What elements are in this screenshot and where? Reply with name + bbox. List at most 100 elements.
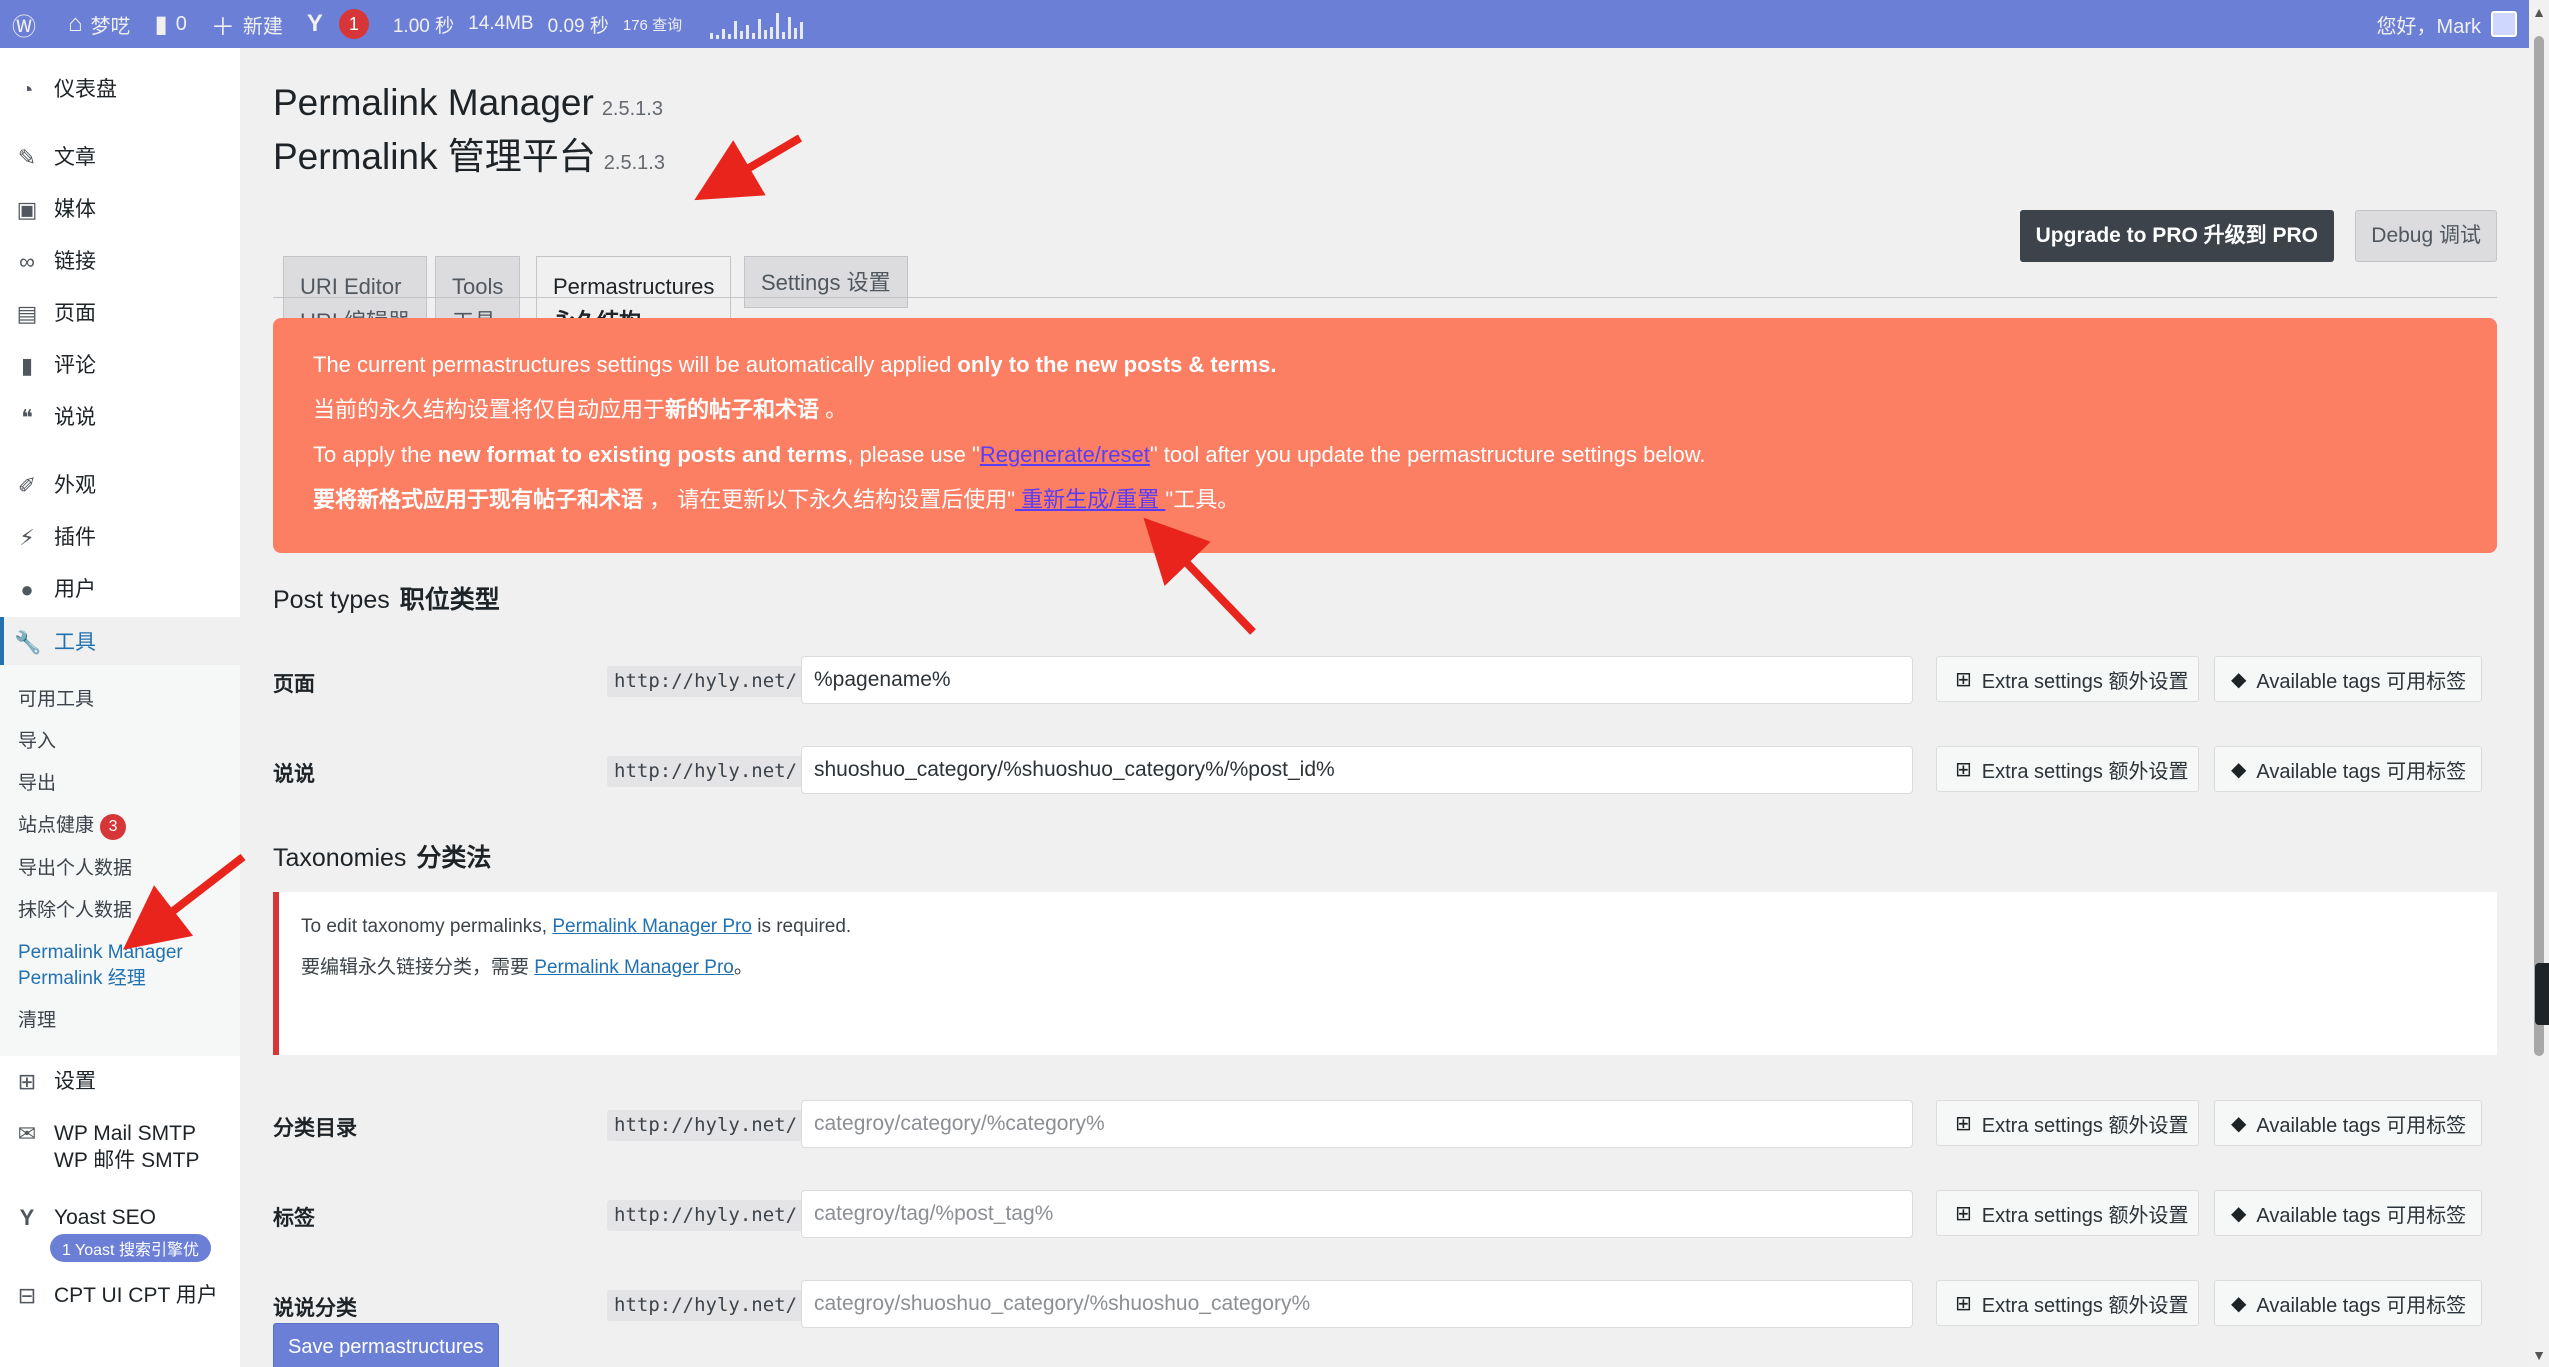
tag-icon: ◆ — [2231, 758, 2247, 781]
menu-settings[interactable]: ⊞ 设置 — [0, 1068, 240, 1096]
quote-icon: ❝ — [21, 405, 33, 430]
vertical-scrollbar[interactable]: ▲ ▼ — [2529, 0, 2549, 1367]
comment-icon: ▮ — [20, 353, 34, 378]
sub-import[interactable]: 导入 — [0, 729, 240, 755]
tag-icon: ◆ — [2231, 1292, 2247, 1315]
row-label: 说说 — [273, 763, 315, 786]
menu-comments[interactable]: ▮ 评论 — [0, 352, 240, 380]
page-title: Permalink Manager 2.5.1.3 — [273, 82, 663, 123]
menu-users[interactable]: ● 用户 — [0, 576, 240, 604]
admin-sidebar: ◔ 仪表盘 ✎ 文章 ▣ 媒体 ∞ 链接 ▤ 页面 ▮ 评论 ❝ 说说 ✐ 外观 ⚡ 插件 ● 用户… — [0, 48, 240, 1367]
menu-posts[interactable]: ✎ 文章 — [0, 144, 240, 172]
taxonomy-input[interactable] — [801, 1190, 1913, 1238]
menu-media[interactable]: ▣ 媒体 — [0, 196, 240, 224]
site-name-link[interactable]: ⌂ 梦呓 — [56, 0, 143, 48]
taxonomy-row-shuoshuo-category: 说说分类 http://hyly.net/ ⊞Extra settings 额外… — [273, 1280, 2497, 1330]
permastructure-input[interactable] — [801, 746, 1913, 794]
my-account[interactable]: 您好，Mark — [2365, 0, 2529, 48]
plugin-icon: ⚡ — [19, 525, 35, 550]
tag-icon: ◆ — [2231, 1202, 2247, 1225]
permalink-manager-pro-link[interactable]: Permalink Manager Pro — [552, 916, 752, 937]
yoast-menu[interactable]: Y1 — [295, 0, 381, 48]
available-tags-button[interactable]: ◆ Available tags 可用标签 — [2214, 1190, 2482, 1236]
permastructure-input[interactable] — [801, 656, 1913, 704]
side-panel-handle[interactable] — [2535, 963, 2549, 1025]
arrow-to-tab — [694, 134, 803, 201]
user-icon: ● — [20, 577, 34, 602]
taxonomy-input[interactable] — [801, 1280, 1913, 1328]
available-tags-button[interactable]: ◆ Available tags 可用标签 — [2214, 1100, 2482, 1146]
tools-submenu: 可用工具 导入 导出 站点健康 3 导出个人数据 抹除个人数据 Permalink… — [0, 665, 240, 1056]
regenerate-reset-link-zh[interactable]: 重新生成/重置 — [1015, 487, 1165, 512]
extra-settings-button[interactable]: ⊞ Extra settings 额外设置 — [1936, 746, 2199, 792]
sub-cleanup[interactable]: 清理 — [0, 1008, 240, 1034]
menu-shuoshuo[interactable]: ❝ 说说 — [0, 404, 240, 432]
sub-site-health[interactable]: 站点健康 3 — [0, 813, 240, 840]
taxonomy-row-category: 分类目录 http://hyly.net/ ⊞Extra settings 额外… — [273, 1100, 2497, 1150]
comments-link[interactable]: ▮ 0 — [143, 0, 199, 48]
pro-required-notice: To edit taxonomy permalinks, Permalink M… — [273, 892, 2497, 1055]
link-icon: ∞ — [19, 249, 35, 274]
perf-db-time: 0.09 秒 — [547, 15, 609, 37]
available-tags-button[interactable]: ◆ Available tags 可用标签 — [2214, 656, 2482, 702]
wordpress-icon: Ⓦ — [12, 13, 36, 41]
tag-icon: ◆ — [2231, 1112, 2247, 1135]
extra-settings-button[interactable]: ⊞ Extra settings 额外设置 — [1936, 1190, 2199, 1236]
post-types-heading: Post types 职位类型 — [273, 586, 500, 614]
taxonomy-input[interactable] — [801, 1100, 1913, 1148]
extra-settings-button[interactable]: ⊞ Extra settings 额外设置 — [1936, 1280, 2199, 1326]
settings-box-icon: ⊞ — [1955, 758, 1972, 781]
scrollbar-thumb[interactable] — [2534, 36, 2544, 1056]
tag-icon: ◆ — [2231, 668, 2247, 691]
debug-button[interactable]: Debug 调试 — [2355, 210, 2497, 262]
permalink-manager-pro-link-zh[interactable]: Permalink Manager Pro — [534, 957, 734, 978]
available-tags-button[interactable]: ◆ Available tags 可用标签 — [2214, 1280, 2482, 1326]
media-icon: ▣ — [16, 197, 38, 222]
perf-queries: 176 查询 — [622, 16, 683, 34]
menu-cpt-ui[interactable]: ⊟ CPT UI CPT 用户 — [0, 1282, 240, 1310]
menu-appearance[interactable]: ✐ 外观 — [0, 472, 240, 500]
permastructure-row-shuoshuo: 说说 http://hyly.net/ ⊞Extra settings 额外设置… — [273, 746, 2497, 796]
tab-settings[interactable]: Settings 设置 — [744, 256, 908, 308]
row-label: 标签 — [273, 1207, 315, 1230]
sub-permalink-manager[interactable]: Permalink Manager Permalink 经理 — [0, 940, 230, 992]
menu-pages[interactable]: ▤ 页面 — [0, 300, 240, 328]
query-monitor[interactable]: 1.00 秒 14.4MB 0.09 秒 176 查询 — [381, 0, 815, 48]
upgrade-pro-button[interactable]: Upgrade to PRO 升级到 PRO — [2019, 210, 2334, 262]
menu-links[interactable]: ∞ 链接 — [0, 248, 240, 276]
scroll-down-icon[interactable]: ▼ — [2532, 1347, 2546, 1363]
menu-wp-mail[interactable]: ✉ WP Mail SMTP WP 邮件 SMTP — [0, 1120, 240, 1174]
wordpress-logo[interactable]: Ⓦ — [0, 0, 56, 48]
new-label: 新建 — [242, 15, 283, 38]
scroll-up-icon[interactable]: ▲ — [2532, 4, 2546, 20]
notice-line-2: 当前的永久结构设置将仅自动应用于新的帖子和术语 。 — [313, 397, 848, 422]
settings-box-icon: ⊞ — [1955, 1202, 1972, 1225]
home-icon: ⌂ — [68, 10, 83, 37]
perf-memory: 14.4MB — [468, 13, 534, 34]
sub-export[interactable]: 导出 — [0, 771, 240, 797]
save-permastructures-button[interactable]: Save permastructures — [273, 1323, 499, 1367]
extra-settings-button[interactable]: ⊞ Extra settings 额外设置 — [1936, 656, 2199, 702]
settings-box-icon: ⊞ — [1955, 1112, 1972, 1135]
menu-yoast[interactable]: Y Yoast SEO — [0, 1204, 240, 1232]
yoast-icon: Y — [306, 10, 323, 37]
permastructure-notice: The current permastructures settings wil… — [273, 318, 2497, 553]
sub-export-personal[interactable]: 导出个人数据 — [0, 856, 240, 882]
row-label: 页面 — [273, 673, 315, 696]
perf-time: 1.00 秒 — [392, 15, 455, 37]
extra-settings-button[interactable]: ⊞ Extra settings 额外设置 — [1936, 1100, 2199, 1146]
row-label: 分类目录 — [273, 1117, 357, 1140]
regenerate-reset-link[interactable]: Regenerate/reset — [980, 442, 1150, 467]
new-content-link[interactable]: ＋ 新建 — [199, 0, 295, 48]
page-icon: ▤ — [16, 301, 38, 326]
available-tags-button[interactable]: ◆ Available tags 可用标签 — [2214, 746, 2482, 792]
menu-tools[interactable]: 🔧 工具 — [0, 617, 240, 665]
url-prefix: http://hyly.net/ — [607, 1110, 805, 1141]
notice-line-1: The current permastructures settings wil… — [313, 352, 1277, 377]
permastructure-row-page: 页面 http://hyly.net/ ⊞Extra settings 额外设置… — [273, 656, 2497, 706]
sub-available-tools[interactable]: 可用工具 — [0, 687, 240, 713]
sub-erase-personal[interactable]: 抹除个人数据 — [0, 898, 240, 924]
url-prefix: http://hyly.net/ — [607, 1290, 805, 1321]
menu-plugins[interactable]: ⚡ 插件 — [0, 524, 240, 552]
menu-dashboard[interactable]: ◔ 仪表盘 — [0, 76, 240, 104]
